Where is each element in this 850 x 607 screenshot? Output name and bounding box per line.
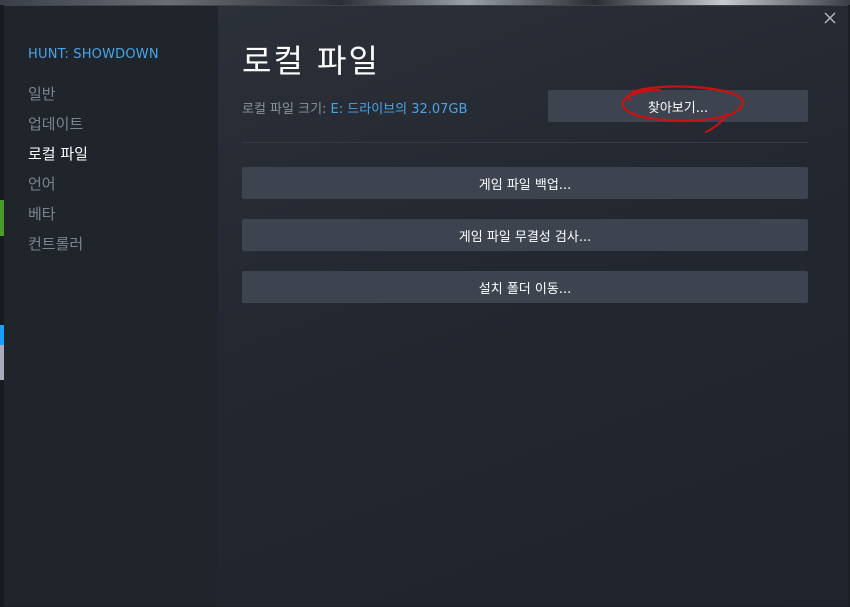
move-install-folder-button[interactable]: 설치 폴더 이동... bbox=[242, 271, 808, 303]
properties-dialog: HUNT: SHOWDOWN 일반 업데이트 로컬 파일 언어 베타 컨트롤러 … bbox=[4, 5, 848, 606]
size-value: E: 드라이브의 32.07GB bbox=[330, 102, 468, 117]
page-title: 로컬 파일 bbox=[242, 42, 380, 80]
sidebar: HUNT: SHOWDOWN 일반 업데이트 로컬 파일 언어 베타 컨트롤러 bbox=[4, 6, 218, 606]
close-button[interactable] bbox=[820, 8, 840, 28]
main-content: 로컬 파일 로컬 파일 크기: E: 드라이브의 32.07GB 찾아보기...… bbox=[218, 6, 848, 606]
sidebar-item-beta[interactable]: 베타 bbox=[28, 203, 56, 224]
sidebar-item-local-files[interactable]: 로컬 파일 bbox=[28, 143, 88, 164]
sidebar-item-general[interactable]: 일반 bbox=[28, 83, 56, 104]
sidebar-item-language[interactable]: 언어 bbox=[28, 173, 56, 194]
backup-game-files-button[interactable]: 게임 파일 백업... bbox=[242, 167, 808, 199]
sidebar-item-updates[interactable]: 업데이트 bbox=[28, 113, 83, 134]
sidebar-item-controller[interactable]: 컨트롤러 bbox=[28, 233, 83, 254]
divider bbox=[242, 142, 808, 143]
close-icon bbox=[824, 12, 836, 24]
browse-button[interactable]: 찾아보기... bbox=[548, 90, 808, 122]
verify-integrity-button[interactable]: 게임 파일 무결성 검사... bbox=[242, 219, 808, 251]
sidebar-game-title: HUNT: SHOWDOWN bbox=[28, 47, 159, 62]
size-label: 로컬 파일 크기: bbox=[242, 102, 327, 117]
local-file-size-row: 로컬 파일 크기: E: 드라이브의 32.07GB bbox=[242, 98, 467, 117]
